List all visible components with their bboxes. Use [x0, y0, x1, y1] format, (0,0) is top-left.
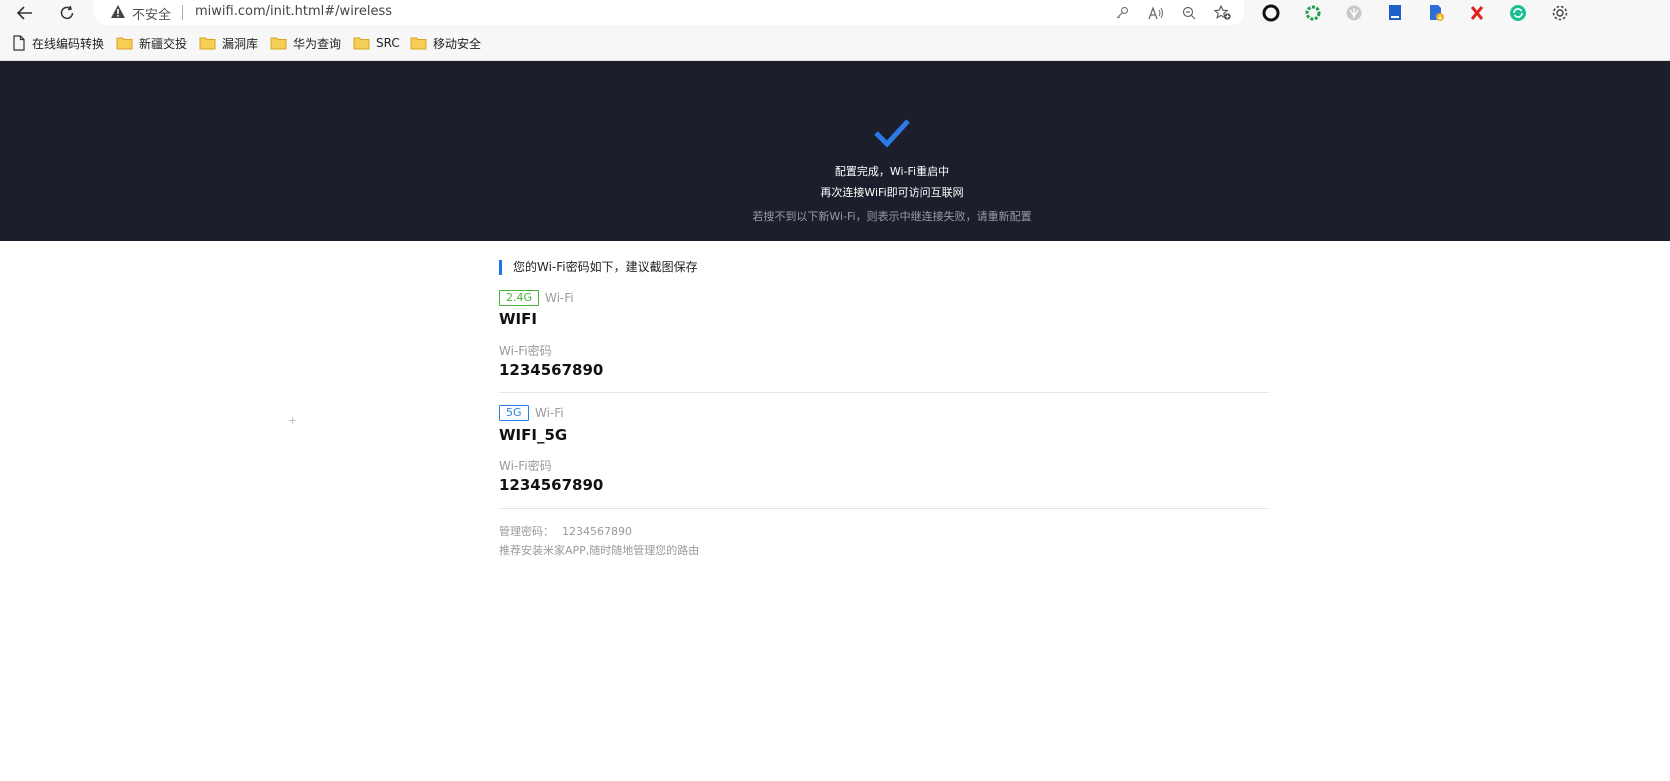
status-banner: 配置完成，Wi-Fi重启中 再次连接WiFi即可访问互联网 若搜不到以下新Wi-… — [0, 61, 1670, 241]
folder-icon — [353, 37, 370, 50]
password-label: Wi-Fi密码 — [499, 344, 552, 358]
divider — [499, 392, 1269, 393]
band-label: Wi-Fi — [545, 291, 574, 305]
bookmark-label: 漏洞库 — [222, 36, 259, 51]
band-label: Wi-Fi — [535, 406, 564, 420]
add-favorite-icon[interactable] — [1213, 3, 1233, 23]
cursor-crosshair: + — [288, 414, 298, 427]
folder-icon — [199, 37, 216, 50]
folder-icon — [270, 37, 287, 50]
band-badge-2-4g: 2.4G — [499, 290, 540, 306]
admin-password-label: 管理密码： — [499, 525, 554, 538]
status-title: 配置完成，Wi-Fi重启中 — [834, 165, 950, 178]
zoom-out-icon[interactable] — [1179, 3, 1199, 23]
checkmark-icon — [874, 119, 910, 148]
save-notice: 您的Wi-Fi密码如下，建议截图保存 — [499, 260, 698, 275]
page-icon — [13, 35, 25, 51]
reload-button[interactable] — [52, 0, 82, 26]
browser-toolbar: 不安全 miwifi.com/init.html#/wireless — [0, 0, 1670, 26]
divider — [499, 508, 1269, 509]
password-label: Wi-Fi密码 — [499, 459, 552, 473]
status-subtitle: 再次连接WiFi即可访问互联网 — [820, 186, 964, 199]
bookmark-label: SRC — [376, 36, 400, 50]
extension-teal-sync-icon[interactable] — [1508, 3, 1528, 23]
bookmark-label: 在线编码转换 — [32, 36, 105, 51]
extension-red-x-icon[interactable] — [1467, 3, 1487, 23]
folder-icon — [410, 37, 427, 50]
status-hint: 若搜不到以下新Wi-Fi，则表示中继连接失败，请重新配置 — [752, 210, 1032, 223]
bookmark-folder[interactable]: 移动安全 — [410, 34, 481, 52]
extension-gray-badge-icon[interactable] — [1344, 3, 1364, 23]
bookmark-folder[interactable]: 漏洞库 — [199, 34, 258, 52]
extension-circle-icon[interactable] — [1261, 3, 1281, 23]
ssid-5g: WIFI_5G — [499, 426, 568, 444]
bookmark-label: 华为查询 — [293, 36, 342, 51]
key-icon[interactable] — [1112, 3, 1132, 23]
address-bar[interactable]: 不安全 miwifi.com/init.html#/wireless — [94, 0, 1244, 25]
bookmarks-bar: 在线编码转换 新疆交投 漏洞库 华为查询 SRC 移动安全 — [0, 26, 1670, 61]
admin-password-value: 1234567890 — [562, 525, 632, 538]
bookmark-label: 移动安全 — [433, 36, 482, 51]
settings-gear-icon[interactable] — [1550, 3, 1570, 23]
security-label[interactable]: 不安全 — [132, 4, 171, 23]
extension-green-gear-icon[interactable] — [1303, 3, 1323, 23]
reload-icon — [60, 5, 74, 20]
password-5g: 1234567890 — [499, 476, 604, 494]
bookmark-label: 新疆交投 — [139, 36, 188, 51]
admin-password-row: 管理密码： 1234567890 — [499, 523, 632, 539]
password-2-4g: 1234567890 — [499, 361, 604, 379]
bookmark-item[interactable]: 在线编码转换 — [12, 34, 104, 52]
bookmark-folder[interactable]: SRC — [353, 34, 400, 52]
back-arrow-icon — [16, 6, 32, 20]
app-recommendation: 推荐安装米家APP,随时随地管理您的路由 — [499, 544, 700, 557]
warning-icon[interactable] — [110, 4, 126, 19]
bookmark-folder[interactable]: 新疆交投 — [116, 34, 187, 52]
ssid-2-4g: WIFI — [499, 310, 537, 328]
extension-blue-book-icon[interactable] — [1385, 3, 1405, 23]
extension-doc-download-icon[interactable] — [1426, 3, 1446, 23]
bookmark-folder[interactable]: 华为查询 — [270, 34, 341, 52]
back-button[interactable] — [10, 0, 40, 26]
read-aloud-icon[interactable] — [1146, 3, 1166, 23]
band-badge-5g: 5G — [499, 405, 529, 421]
url-text[interactable]: miwifi.com/init.html#/wireless — [195, 4, 392, 19]
folder-icon — [116, 37, 133, 50]
address-separator — [182, 5, 183, 20]
